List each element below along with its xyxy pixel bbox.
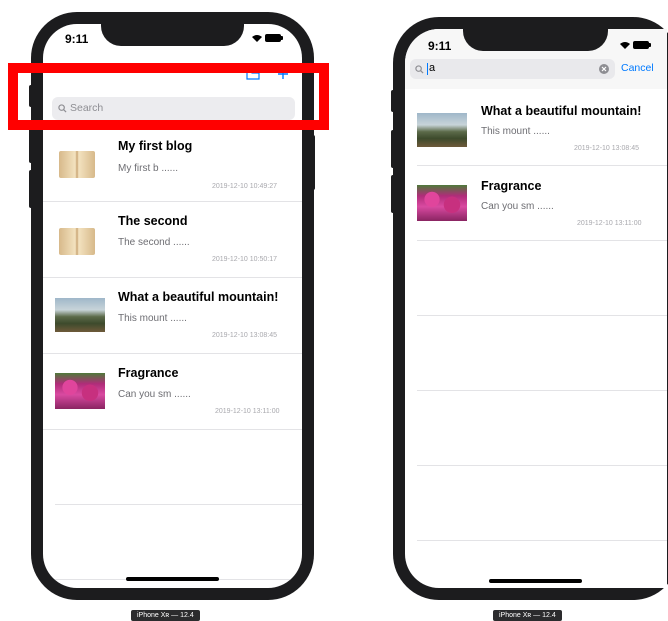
post-excerpt: My first b ......: [118, 163, 179, 174]
list-item[interactable]: Fragrance Can you sm ...... 2019-12-10 1…: [417, 166, 667, 241]
right-screen: 9:11 a Cancel What a beautiful mountain!…: [405, 29, 667, 588]
status-time: 9:11: [65, 32, 89, 46]
mountain-photo: [417, 113, 467, 147]
post-title: What a beautiful mountain!: [481, 104, 642, 118]
post-title: My first blog: [118, 139, 193, 153]
flowers-photo: [55, 373, 105, 409]
empty-row-separator: [55, 504, 302, 505]
list-item[interactable]: The second The second ...... 2019-12-10 …: [43, 202, 302, 278]
search-bar[interactable]: a: [410, 59, 615, 79]
post-excerpt: This mount ......: [118, 313, 187, 324]
post-excerpt: The second ......: [118, 237, 190, 248]
notch: [101, 24, 244, 46]
post-date: 2019-12-10 13:08:45: [212, 332, 277, 339]
home-indicator: [126, 577, 219, 581]
list-item[interactable]: What a beautiful mountain! This mount ..…: [417, 91, 667, 166]
post-date: 2019-12-10 13:08:45: [574, 145, 639, 152]
device-label: iPhone Xʀ — 12.4: [131, 610, 200, 621]
search-icon: [415, 65, 424, 74]
post-date: 2019-12-10 13:11:00: [577, 220, 642, 227]
empty-row-separator: [417, 540, 667, 541]
status-time: 9:11: [428, 39, 452, 53]
cancel-button[interactable]: Cancel: [621, 62, 654, 74]
list-item[interactable]: My first blog My first b ...... 2019-12-…: [43, 127, 302, 202]
right-phone: 9:11 a Cancel What a beautiful mountain!…: [393, 17, 668, 600]
book-icon: [59, 228, 95, 255]
book-icon: [59, 151, 95, 178]
device-label: iPhone Xʀ — 12.4: [493, 610, 562, 621]
list-item[interactable]: Fragrance Can you sm ...... 2019-12-10 1…: [43, 354, 302, 430]
battery-icon: [633, 41, 651, 49]
post-title: Fragrance: [481, 179, 542, 193]
mountain-photo: [55, 298, 105, 332]
search-input[interactable]: a: [429, 62, 435, 74]
post-title: What a beautiful mountain!: [118, 290, 279, 304]
notch: [463, 29, 608, 51]
home-indicator: [489, 579, 582, 583]
wifi-icon: [252, 35, 262, 42]
post-title: The second: [118, 214, 188, 228]
wifi-icon: [620, 42, 630, 49]
list-item[interactable]: What a beautiful mountain! This mount ..…: [43, 278, 302, 354]
status-icons: [620, 41, 651, 49]
text-cursor: [427, 63, 428, 75]
post-date: 2019-12-10 10:50:17: [212, 256, 277, 263]
post-excerpt: Can you sm ......: [481, 201, 554, 212]
empty-row-separator: [417, 315, 667, 316]
post-excerpt: Can you sm ......: [118, 389, 191, 400]
empty-row-separator: [417, 390, 667, 391]
post-excerpt: This mount ......: [481, 126, 550, 137]
post-title: Fragrance: [118, 366, 179, 380]
post-date: 2019-12-10 13:11:00: [215, 408, 280, 415]
post-date: 2019-12-10 10:49:27: [212, 183, 277, 190]
clear-icon[interactable]: [599, 64, 609, 74]
flowers-photo: [417, 185, 467, 221]
search-bar-highlight: [8, 63, 329, 130]
status-icons: [252, 34, 283, 42]
battery-icon: [265, 34, 283, 42]
empty-row-separator: [417, 465, 667, 466]
